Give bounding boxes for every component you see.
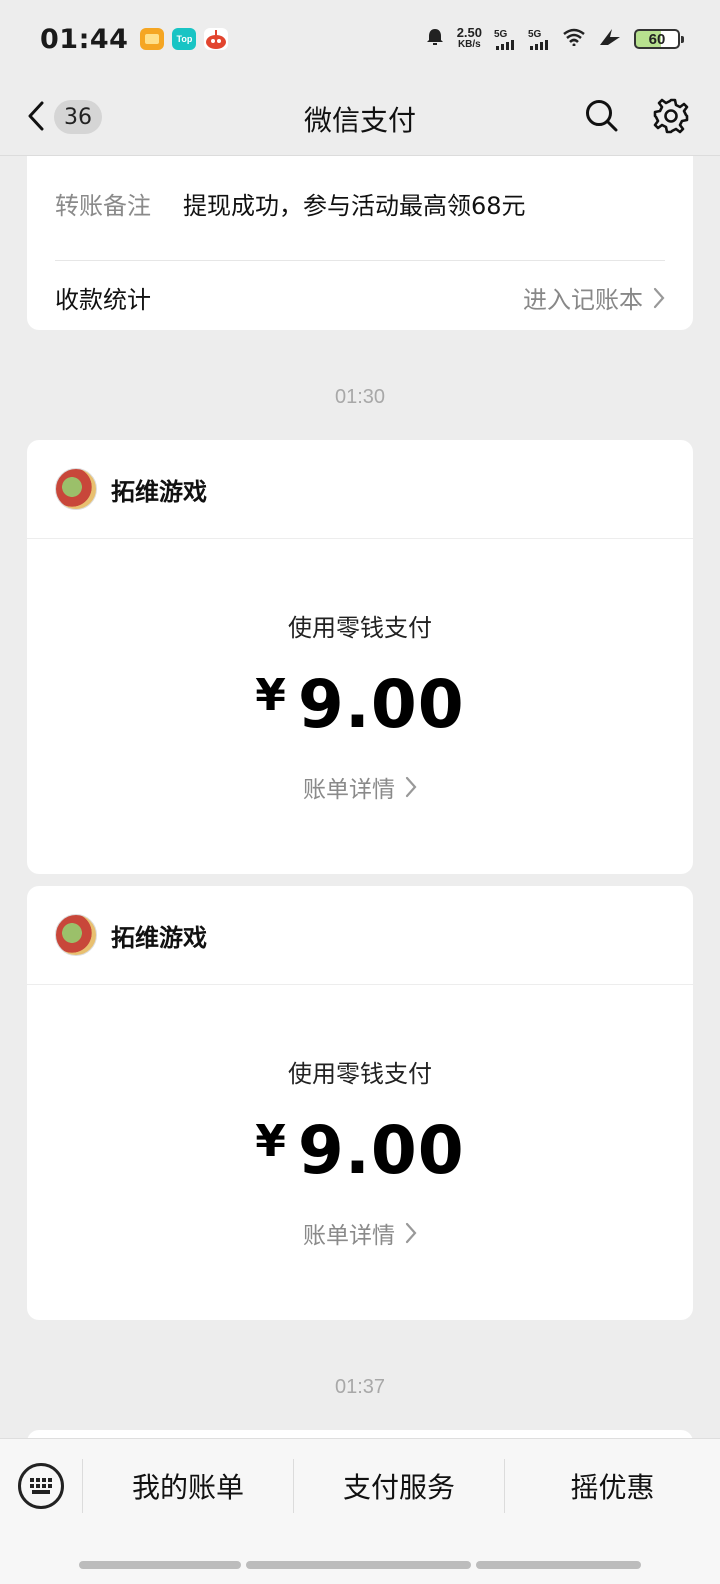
wifi-icon (562, 28, 586, 51)
menu-item-pay-services[interactable]: 支付服务 (294, 1459, 504, 1513)
receipt-stats-row[interactable]: 收款统计 进入记账本 (55, 280, 665, 315)
battery-level: 60 (648, 30, 666, 48)
net-speed-value: 2.50 (456, 25, 482, 40)
divider (27, 538, 693, 539)
sim1-signal: 5G (494, 29, 516, 50)
chevron-right-icon (405, 1222, 417, 1244)
merchant-avatar (55, 468, 97, 510)
gesture-bar (476, 1561, 641, 1569)
battery-icon: 60 (634, 29, 684, 49)
search-button[interactable] (584, 98, 620, 134)
divider (55, 260, 665, 261)
alarm-icon (425, 27, 445, 52)
payment-card[interactable]: 拓维游戏 使用零钱支付 ¥ 9.00 账单详情 (27, 440, 693, 874)
merchant-name: 拓维游戏 (111, 923, 207, 952)
net-speed-unit: KB/s (457, 39, 481, 50)
bottom-menu: 我的账单 支付服务 摇优惠 (0, 1438, 720, 1584)
message-timestamp: 01:30 (334, 386, 386, 408)
gear-icon (653, 98, 689, 134)
message-timestamp: 01:37 (334, 1376, 386, 1398)
nav-bar: 36 微信支付 (0, 78, 720, 156)
payment-amount: ¥ 9.00 (27, 1112, 693, 1189)
ledger-link-text: 进入记账本 (523, 286, 643, 314)
settings-button[interactable] (652, 97, 690, 135)
merchant-avatar (55, 914, 97, 956)
sim2-signal: 5G (528, 29, 550, 50)
payment-amount: ¥ 9.00 (27, 666, 693, 743)
currency-symbol: ¥ (255, 1116, 286, 1167)
remark-value: 提现成功，参与活动最高领68元 (183, 192, 526, 220)
gesture-bar (79, 1561, 241, 1569)
status-bar: 01:44 Top 2.50 KB/s 5G 5G 60 (0, 0, 720, 78)
sim2-label: 5G (528, 28, 542, 40)
amount-value: 9.00 (297, 1112, 465, 1189)
divider (27, 984, 693, 985)
merchant-header[interactable]: 拓维游戏 (55, 468, 207, 510)
amount-value: 9.00 (297, 666, 465, 743)
transfer-remark-row: 转账备注 提现成功，参与活动最高领68元 (55, 186, 665, 221)
gesture-bar (246, 1561, 471, 1569)
status-time: 01:44 (40, 23, 129, 55)
remark-label: 转账备注 (55, 192, 151, 220)
keyboard-toggle-button[interactable] (18, 1463, 64, 1509)
payment-card[interactable]: 拓维游戏 使用零钱支付 ¥ 9.00 账单详情 (27, 886, 693, 1320)
bill-details-link[interactable]: 账单详情 (27, 1216, 693, 1250)
currency-symbol: ¥ (255, 670, 286, 721)
sim1-label: 5G (494, 28, 508, 40)
network-speed: 2.50 KB/s (456, 25, 482, 51)
bill-details-text: 账单详情 (303, 777, 395, 803)
merchant-name: 拓维游戏 (111, 477, 207, 506)
game-app-icon (204, 28, 229, 50)
menu-item-shake-offers[interactable]: 摇优惠 (505, 1459, 720, 1513)
search-icon (586, 100, 618, 132)
ledger-link[interactable]: 进入记账本 (523, 280, 665, 315)
top-app-icon: Top (172, 28, 197, 50)
merchant-header[interactable]: 拓维游戏 (55, 914, 207, 956)
chevron-right-icon (653, 287, 665, 308)
keyboard-icon (30, 1478, 52, 1494)
stats-label: 收款统计 (55, 286, 151, 314)
menu-item-my-bills[interactable]: 我的账单 (83, 1459, 293, 1513)
bill-details-link[interactable]: 账单详情 (27, 770, 693, 804)
transfer-card: 转账备注 提现成功，参与活动最高领68元 收款统计 进入记账本 (27, 140, 693, 330)
payment-method: 使用零钱支付 (288, 614, 432, 642)
wallet-app-icon (140, 28, 165, 50)
payment-method: 使用零钱支付 (288, 1060, 432, 1088)
bill-details-text: 账单详情 (303, 1223, 395, 1249)
chevron-right-icon (405, 776, 417, 798)
status-indicators: 2.50 KB/s 5G 5G 60 (425, 25, 684, 52)
status-app-icons: Top (140, 28, 229, 50)
charging-icon (598, 27, 622, 52)
